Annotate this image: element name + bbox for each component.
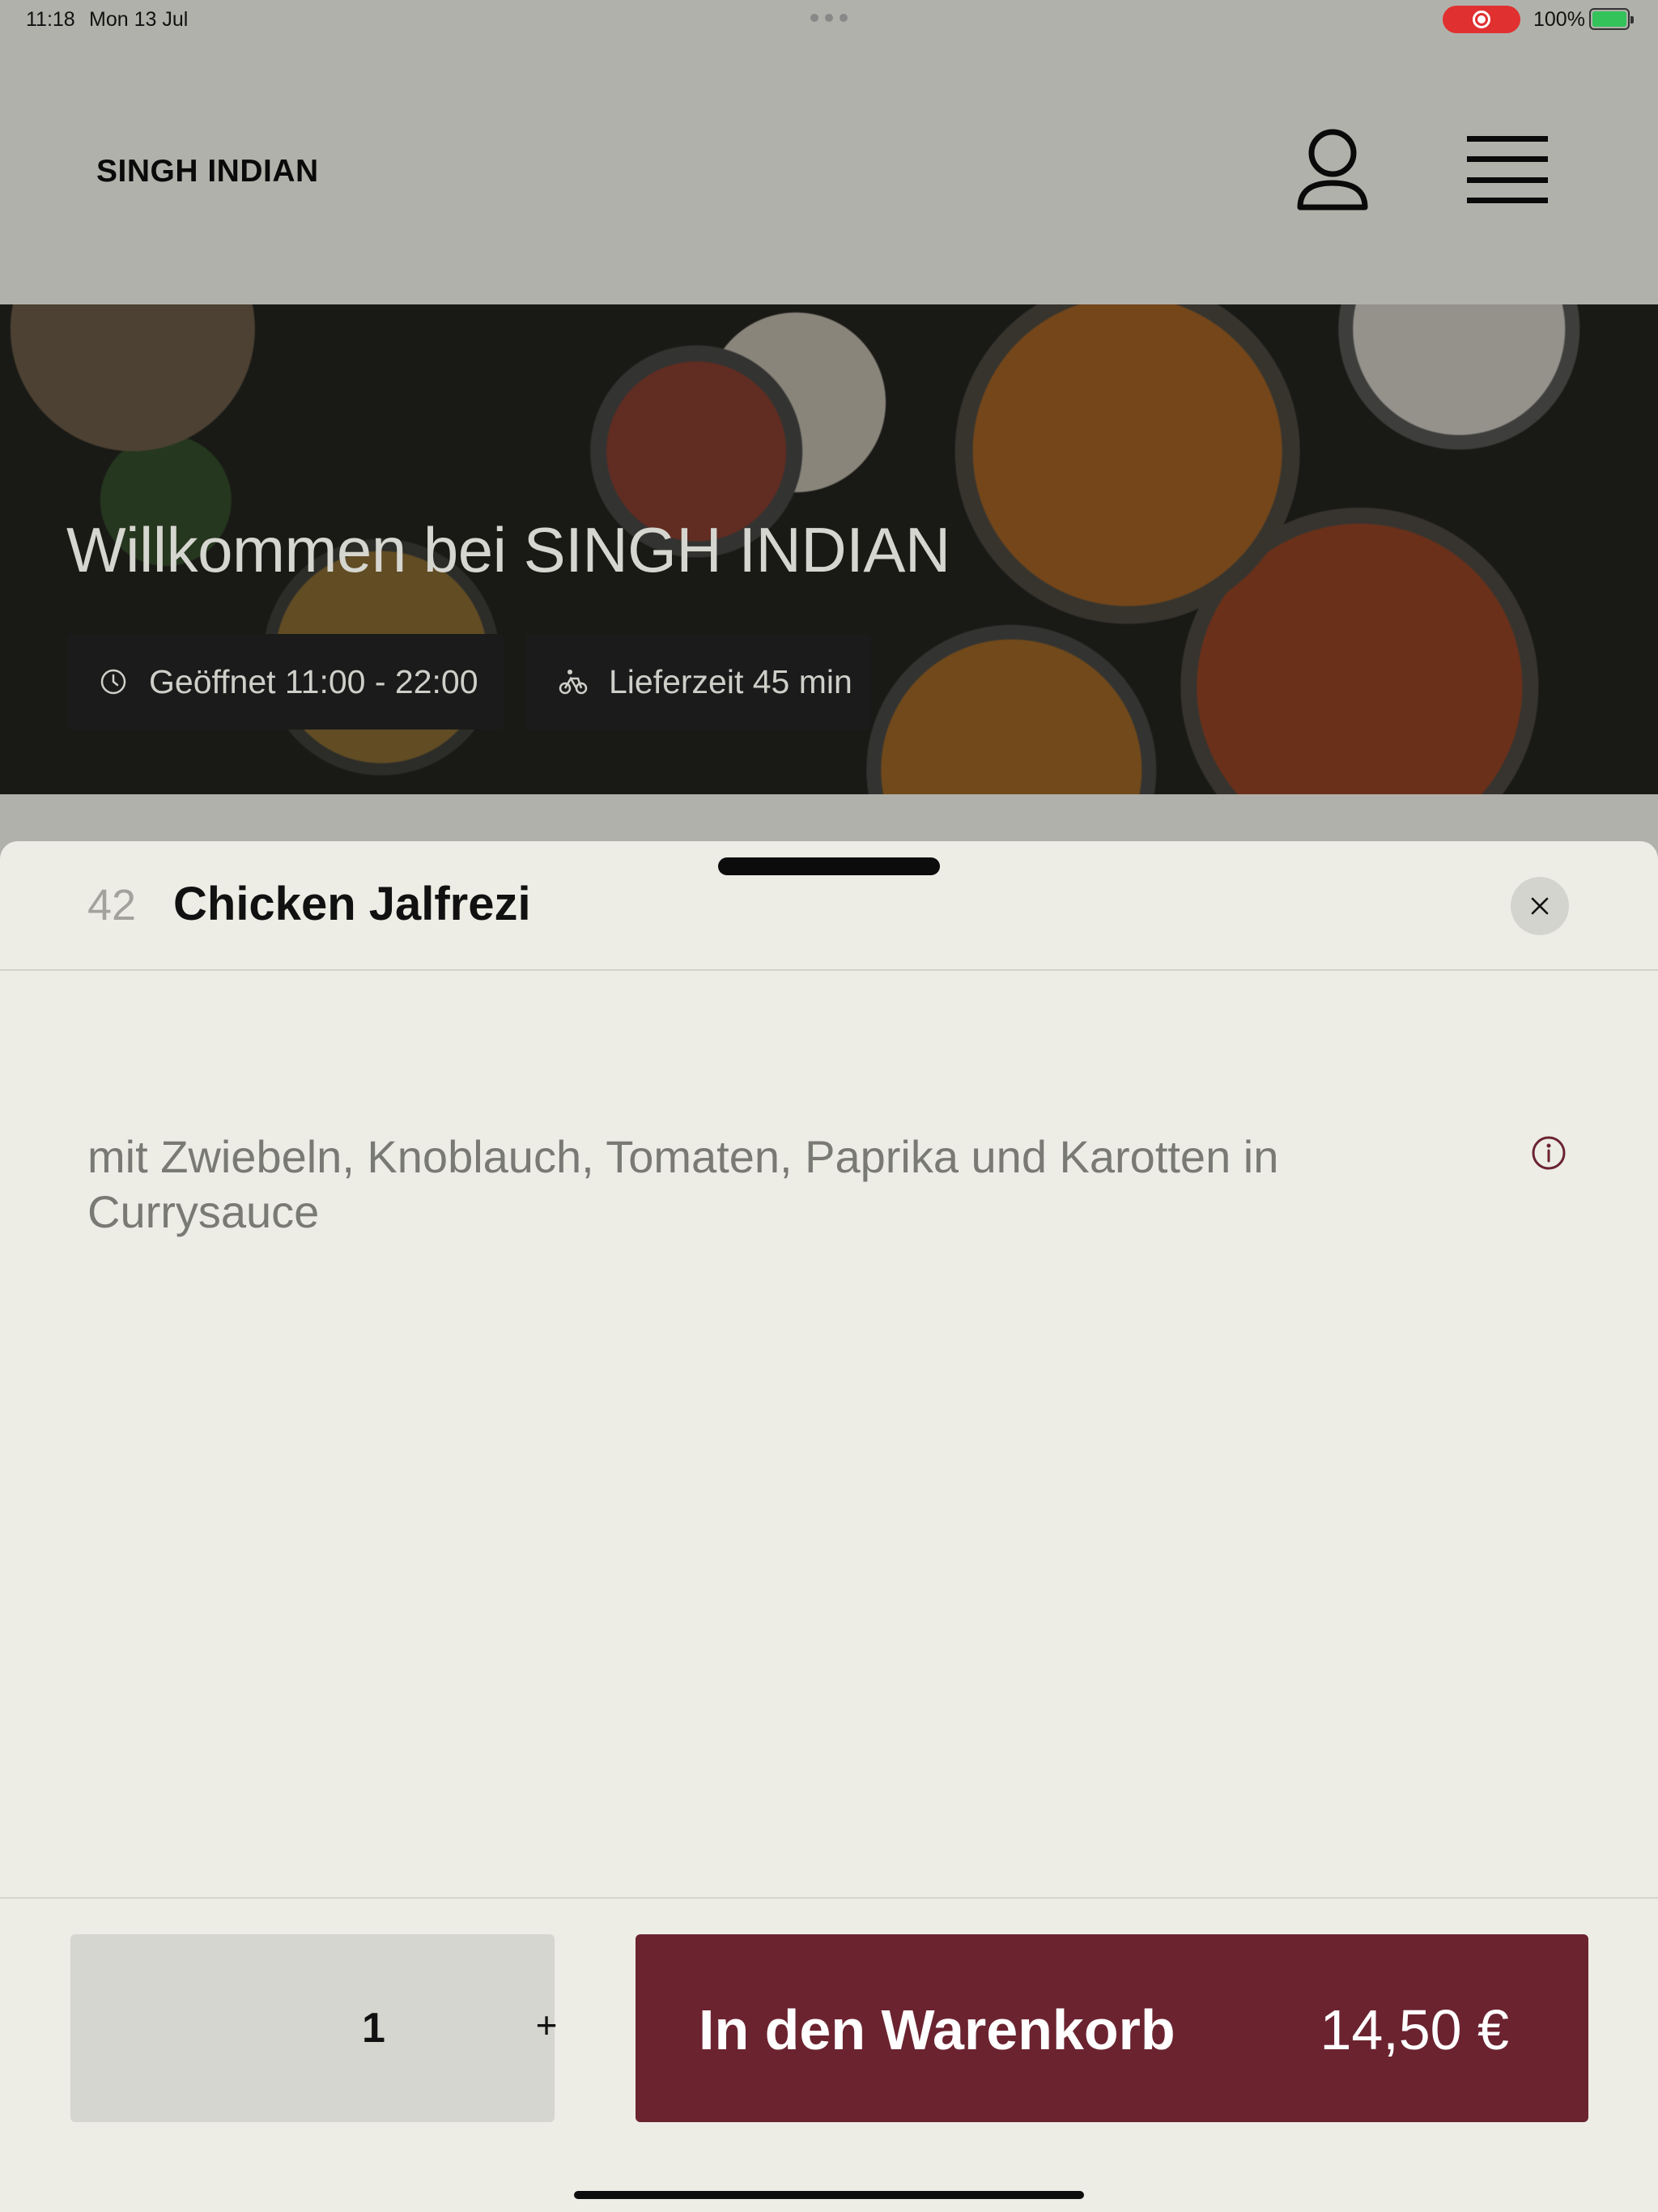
close-icon bbox=[1531, 897, 1549, 915]
close-button[interactable] bbox=[1511, 877, 1569, 935]
brand-logo[interactable]: SINGH INDIAN bbox=[96, 154, 319, 189]
battery-percentage: 100% bbox=[1533, 8, 1585, 31]
screen-recording-icon[interactable] bbox=[1443, 6, 1520, 33]
clock-icon bbox=[100, 669, 126, 695]
add-to-cart-button[interactable]: In den Warenkorb 14,50 € bbox=[636, 1934, 1588, 2122]
item-title: Chicken Jalfrezi bbox=[173, 878, 531, 930]
info-icon[interactable] bbox=[1530, 1134, 1567, 1172]
add-to-cart-label: In den Warenkorb bbox=[699, 1998, 1175, 2061]
hero-title: Willkommen bei SINGH INDIAN bbox=[66, 514, 950, 585]
app-header: SINGH INDIAN bbox=[0, 39, 1658, 304]
bicycle-icon bbox=[559, 670, 588, 695]
home-indicator[interactable] bbox=[574, 2191, 1084, 2199]
hero-banner: Willkommen bei SINGH INDIAN Geöffnet 11:… bbox=[0, 304, 1658, 794]
product-detail-sheet: 42 Chicken Jalfrezi mit Zwiebeln, Knobla… bbox=[0, 841, 1658, 2212]
delivery-time-text: Lieferzeit 45 min bbox=[609, 662, 852, 700]
status-date: Mon 13 Jul bbox=[89, 8, 189, 31]
opening-hours-text: Geöffnet 11:00 - 22:00 bbox=[149, 662, 478, 700]
battery-charging-icon bbox=[1589, 8, 1634, 30]
quantity-increase-button[interactable]: + bbox=[521, 1999, 572, 2051]
item-description: mit Zwiebeln, Knoblauch, Tomaten, Paprik… bbox=[87, 1131, 1279, 1237]
order-footer: 1 + In den Warenkorb 14,50 € bbox=[0, 1897, 1658, 2212]
opening-hours-chip: Geöffnet 11:00 - 22:00 bbox=[66, 634, 504, 730]
delivery-time-chip: Lieferzeit 45 min bbox=[526, 634, 871, 730]
status-time: 11:18 bbox=[26, 8, 75, 31]
item-price: 14,50 € bbox=[1320, 1998, 1509, 2061]
user-icon[interactable] bbox=[1294, 126, 1371, 215]
multitasking-dots-icon[interactable] bbox=[810, 14, 848, 22]
status-bar: 11:18 Mon 13 Jul 100% bbox=[0, 0, 1658, 39]
sheet-header: 42 Chicken Jalfrezi bbox=[0, 841, 1658, 971]
app-screen: 11:18 Mon 13 Jul 100% SINGH INDIAN Willk… bbox=[0, 0, 1658, 2212]
quantity-stepper: 1 + bbox=[70, 1934, 557, 2122]
item-number: 42 bbox=[87, 881, 137, 929]
hamburger-menu-icon[interactable] bbox=[1467, 134, 1548, 206]
quantity-value: 1 bbox=[362, 2005, 385, 2052]
